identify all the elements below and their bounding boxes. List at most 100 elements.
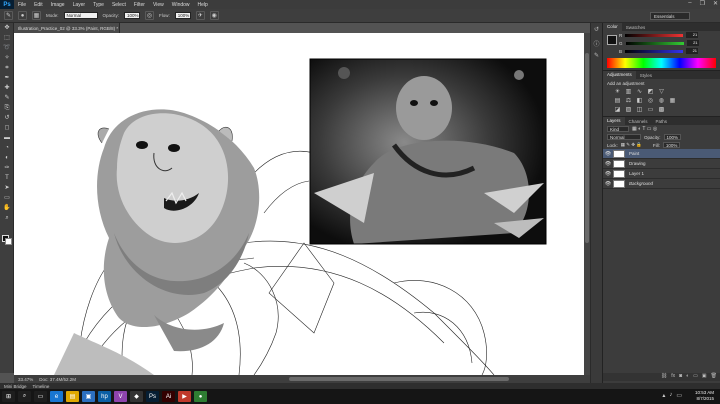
history-icon[interactable]: ↺ bbox=[593, 26, 600, 36]
brush-presets-icon[interactable]: ✎ bbox=[593, 52, 600, 62]
shape-tool-icon[interactable]: ▭ bbox=[2, 194, 12, 203]
tab-color[interactable]: Color bbox=[603, 23, 622, 31]
gradient-tool-icon[interactable]: ▬ bbox=[2, 134, 12, 143]
eye-icon[interactable]: 👁 bbox=[603, 181, 613, 187]
background-color-swatch[interactable] bbox=[5, 238, 12, 245]
layer-row[interactable]: 👁 Layer 1 bbox=[603, 169, 720, 179]
selective-color-icon[interactable]: ▩ bbox=[657, 107, 666, 114]
adjustment-icon[interactable]: ◐ bbox=[686, 373, 689, 381]
tab-swatches[interactable]: Swatches bbox=[622, 25, 650, 30]
exposure-icon[interactable]: ◩ bbox=[646, 89, 655, 96]
quick-select-icon[interactable]: ✧ bbox=[2, 54, 12, 63]
blur-tool-icon[interactable]: ◔ bbox=[2, 144, 12, 153]
b-slider[interactable] bbox=[625, 49, 684, 53]
layer-name[interactable]: Background bbox=[629, 181, 653, 186]
info-icon[interactable]: ⓘ bbox=[593, 39, 600, 49]
tab-channels[interactable]: Channels bbox=[625, 119, 652, 124]
layer-name[interactable]: Drawing bbox=[629, 161, 646, 166]
type-tool-icon[interactable]: T bbox=[2, 174, 12, 183]
notification-icon[interactable]: ▭ bbox=[676, 392, 682, 399]
menu-help[interactable]: Help bbox=[198, 2, 208, 8]
link-icon[interactable]: ⛓ bbox=[661, 373, 667, 381]
new-layer-icon[interactable]: ▣ bbox=[702, 373, 707, 381]
foreground-color-chip[interactable] bbox=[607, 35, 617, 45]
workspace-select[interactable]: Essentials bbox=[650, 12, 690, 20]
brightness-icon[interactable]: ☀ bbox=[613, 89, 622, 96]
app-icon[interactable]: ◆ bbox=[130, 391, 143, 402]
bw-icon[interactable]: ◧ bbox=[635, 98, 644, 105]
layer-name[interactable]: Layer 1 bbox=[629, 171, 644, 176]
brush-tool-icon[interactable]: ✎ bbox=[2, 94, 12, 103]
eyedropper-icon[interactable]: ✒ bbox=[2, 74, 12, 83]
menu-image[interactable]: Image bbox=[51, 2, 65, 8]
hp-icon[interactable]: hp bbox=[98, 391, 111, 402]
menu-view[interactable]: View bbox=[153, 2, 164, 8]
menu-file[interactable]: File bbox=[18, 2, 26, 8]
document-tab[interactable]: Illustration_Practice_02 @ 33.3% (Paint,… bbox=[14, 23, 120, 33]
windows-icon[interactable]: ⊞ bbox=[2, 391, 15, 402]
layer-opacity-field[interactable]: 100% bbox=[663, 134, 682, 140]
levels-icon[interactable]: ▥ bbox=[624, 89, 633, 96]
menu-layer[interactable]: Layer bbox=[73, 2, 86, 8]
pressure-opacity-icon[interactable]: ◎ bbox=[145, 11, 155, 20]
hand-tool-icon[interactable]: ✋ bbox=[2, 204, 12, 213]
color-r-value[interactable]: 21 bbox=[686, 32, 699, 38]
photoshop-icon[interactable]: Ps bbox=[146, 391, 159, 402]
zoom-tool-icon[interactable]: ⌕ bbox=[2, 214, 12, 223]
folder-icon[interactable]: ▭ bbox=[693, 373, 698, 381]
eraser-tool-icon[interactable]: ◻ bbox=[2, 124, 12, 133]
fill-field[interactable]: 100% bbox=[662, 142, 681, 148]
layer-row[interactable]: 👁 Paint bbox=[603, 149, 720, 159]
filter-icons[interactable]: ▦ ◐ T ▭ ◎ bbox=[632, 126, 657, 132]
volume-icon[interactable]: ♪ bbox=[669, 392, 672, 399]
eye-icon[interactable]: 👁 bbox=[603, 161, 613, 167]
g-slider[interactable] bbox=[625, 41, 684, 45]
chrome-icon[interactable]: ● bbox=[194, 391, 207, 402]
explorer-icon[interactable]: ▤ bbox=[66, 391, 79, 402]
posterize-icon[interactable]: ▨ bbox=[624, 107, 633, 114]
maximize-button[interactable]: ❐ bbox=[700, 0, 705, 7]
healing-tool-icon[interactable]: ✚ bbox=[2, 84, 12, 93]
tab-timeline[interactable]: Timeline bbox=[33, 384, 50, 389]
dodge-tool-icon[interactable]: ◐ bbox=[2, 154, 12, 163]
color-balance-icon[interactable]: ⚖ bbox=[624, 98, 633, 105]
tab-paths[interactable]: Paths bbox=[652, 119, 672, 124]
invert-icon[interactable]: ◪ bbox=[613, 107, 622, 114]
r-slider[interactable] bbox=[625, 33, 684, 37]
gradient-map-icon[interactable]: ▭ bbox=[646, 107, 655, 114]
pressure-size-icon[interactable]: ◉ bbox=[209, 11, 219, 20]
tab-styles[interactable]: Styles bbox=[636, 73, 656, 78]
mask-icon[interactable]: ◙ bbox=[679, 373, 682, 381]
tab-layers[interactable]: Layers bbox=[603, 117, 625, 125]
store-icon[interactable]: ▣ bbox=[82, 391, 95, 402]
close-button[interactable]: ✕ bbox=[713, 0, 718, 7]
eye-icon[interactable]: 👁 bbox=[603, 171, 613, 177]
path-select-icon[interactable]: ➤ bbox=[2, 184, 12, 193]
eye-icon[interactable]: 👁 bbox=[603, 151, 613, 157]
menu-select[interactable]: Select bbox=[112, 2, 126, 8]
color-b-value[interactable]: 21 bbox=[686, 48, 699, 54]
menu-filter[interactable]: Filter bbox=[134, 2, 145, 8]
stamp-tool-icon[interactable]: ⎘ bbox=[2, 104, 12, 113]
brush-panel-icon[interactable]: ▦ bbox=[32, 11, 41, 20]
clock[interactable]: 10:53 AM 8/7/2015 bbox=[695, 390, 714, 402]
kind-filter[interactable]: Kind bbox=[607, 126, 629, 132]
flow-field[interactable]: 100% bbox=[174, 12, 191, 19]
opacity-field[interactable]: 100% bbox=[124, 12, 141, 19]
menu-type[interactable]: Type bbox=[93, 2, 104, 8]
illustrator-icon[interactable]: Ai bbox=[162, 391, 175, 402]
hue-icon[interactable]: ▤ bbox=[613, 98, 622, 105]
photo-filter-icon[interactable]: ◎ bbox=[646, 98, 655, 105]
media-icon[interactable]: ▶ bbox=[178, 391, 191, 402]
taskview-icon[interactable]: ▭ bbox=[34, 391, 47, 402]
lock-icons[interactable]: ▦ ✎ ✥ 🔒 bbox=[621, 142, 642, 148]
layer-row[interactable]: 👁 Background bbox=[603, 179, 720, 189]
edge-icon[interactable]: e bbox=[50, 391, 63, 402]
threshold-icon[interactable]: ◫ bbox=[635, 107, 644, 114]
move-tool-icon[interactable]: ✥ bbox=[2, 24, 12, 33]
pen-tool-icon[interactable]: ✑ bbox=[2, 164, 12, 173]
history-brush-icon[interactable]: ↺ bbox=[2, 114, 12, 123]
layer-row[interactable]: 👁 Drawing bbox=[603, 159, 720, 169]
color-spectrum[interactable] bbox=[607, 58, 716, 68]
trash-icon[interactable]: 🗑 bbox=[711, 373, 717, 381]
